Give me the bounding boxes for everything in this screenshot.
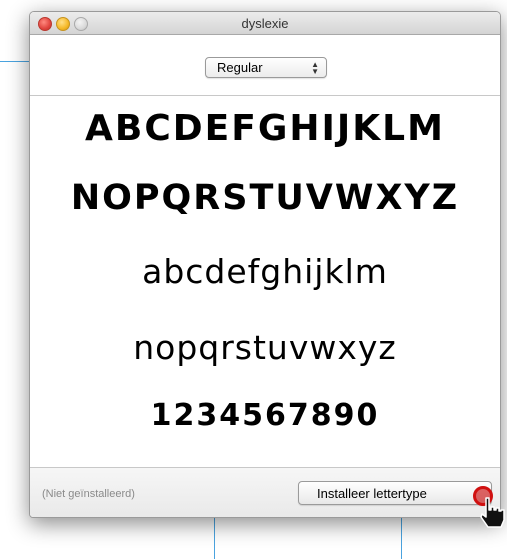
install-status: (Niet geïnstalleerd) <box>42 488 135 500</box>
footer-bar: (Niet geïnstalleerd) Installeer letterty… <box>30 467 500 517</box>
hand-cursor-icon <box>480 497 505 528</box>
preview-digits: 1234567890 <box>150 398 380 433</box>
font-style-select[interactable]: Regular ▲ ▼ <box>205 57 327 78</box>
up-down-arrows-icon: ▲ ▼ <box>311 60 319 76</box>
window-title: dyslexie <box>241 16 289 31</box>
background-line <box>0 61 29 62</box>
background-line <box>214 516 215 559</box>
font-preview-area: ABCDEFGHIJKLM NOPQRSTUVWXYZ abcdefghijkl… <box>30 96 500 466</box>
preview-uppercase-1: ABCDEFGHIJKLM <box>85 108 445 149</box>
toolbar: Regular ▲ ▼ <box>30 35 500 96</box>
preview-uppercase-2: NOPQRSTUVWXYZ <box>70 178 460 218</box>
preview-lowercase-1: abcdefghijklm <box>142 252 388 291</box>
font-preview-window: dyslexie Regular ▲ ▼ ABCDEFGHIJKLM NOPQRS… <box>29 11 501 518</box>
install-font-button[interactable]: Installeer lettertype <box>298 481 492 505</box>
font-style-value: Regular <box>217 60 263 75</box>
preview-lowercase-2: nopqrstuvwxyz <box>133 328 397 367</box>
title-bar[interactable]: dyslexie <box>30 12 500 35</box>
background-line <box>401 516 402 559</box>
